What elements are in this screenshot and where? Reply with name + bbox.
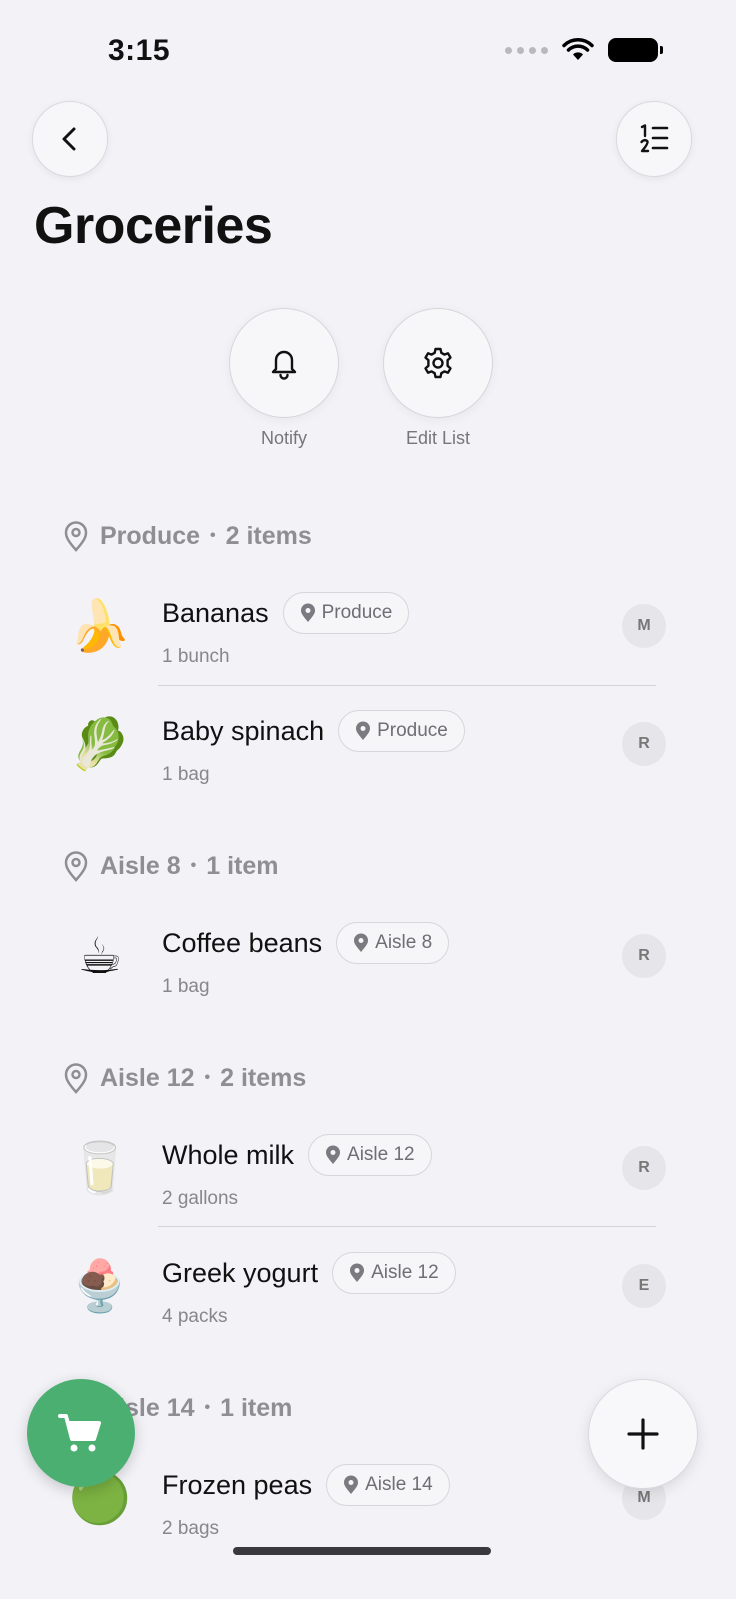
location-pin-icon xyxy=(326,1145,341,1164)
section-name: Produce xyxy=(100,521,201,550)
bell-icon xyxy=(271,350,297,380)
location-pin-icon xyxy=(64,521,88,552)
numbered-list-icon xyxy=(640,124,669,153)
divider xyxy=(158,685,656,686)
item-quantity: 1 bag xyxy=(162,764,210,785)
list-item-whole-milk[interactable]: 🥛 Whole milk Aisle 12 2 gallons R xyxy=(0,1120,736,1220)
add-item-button[interactable] xyxy=(588,1379,698,1489)
edit-list-action[interactable]: Edit List xyxy=(383,308,493,449)
item-name: Bananas xyxy=(162,597,269,628)
page-title: Groceries xyxy=(34,197,273,255)
edit-list-label: Edit List xyxy=(405,428,471,448)
assignee-avatar[interactable]: R xyxy=(622,934,666,978)
gear-icon xyxy=(424,347,452,379)
signal-dots-icon xyxy=(505,46,548,54)
list-item-baby-spinach[interactable]: 🥬 Baby spinach Produce 1 bag R xyxy=(0,696,736,796)
item-quantity: 2 gallons xyxy=(162,1188,239,1209)
item-quantity: 2 bags xyxy=(162,1518,220,1539)
location-chip[interactable]: Produce xyxy=(282,592,410,634)
home-indicator[interactable] xyxy=(233,1547,491,1555)
list-item-coffee-beans[interactable]: ☕ Coffee beans Aisle 8 1 bag R xyxy=(0,908,736,1008)
notify-action[interactable]: Notify xyxy=(229,308,339,449)
item-quantity: 1 bunch xyxy=(162,646,230,667)
yogurt-icon: 🍨 xyxy=(68,1257,132,1314)
section-name: Aisle 8 xyxy=(100,851,181,880)
divider xyxy=(158,1226,656,1227)
section-count: 2 items xyxy=(225,521,312,550)
milk-icon: 🥛 xyxy=(68,1139,132,1196)
plus-icon xyxy=(627,1418,659,1450)
location-chip[interactable]: Produce xyxy=(338,710,465,752)
section-header-produce: Produce • 2 items xyxy=(62,520,312,552)
location-chip[interactable]: Aisle 12 xyxy=(308,1134,432,1176)
item-name: Baby spinach xyxy=(162,715,325,746)
status-time: 3:15 xyxy=(108,34,171,67)
section-count: 1 item xyxy=(220,1393,293,1422)
location-pin-icon xyxy=(356,721,371,740)
list-item-bananas[interactable]: 🍌 Bananas Produce 1 bunch M xyxy=(0,578,736,678)
shopping-cart-icon xyxy=(58,1414,101,1452)
coffee-bean-icon: ☕ xyxy=(77,928,123,984)
section-name: Aisle 12 xyxy=(100,1063,195,1092)
back-button[interactable] xyxy=(32,101,108,177)
battery-icon xyxy=(608,38,663,62)
chevron-left-icon xyxy=(62,127,76,151)
location-chip[interactable]: Aisle 12 xyxy=(332,1252,456,1294)
item-name: Whole milk xyxy=(162,1139,295,1170)
item-quantity: 1 bag xyxy=(162,976,210,997)
location-pin-icon xyxy=(64,851,88,882)
location-pin-icon xyxy=(354,933,369,952)
assignee-avatar[interactable]: R xyxy=(622,722,666,766)
item-quantity: 4 packs xyxy=(162,1306,228,1327)
cart-button[interactable] xyxy=(27,1379,135,1487)
notify-button[interactable] xyxy=(229,308,339,418)
assignee-avatar[interactable]: R xyxy=(622,1146,666,1190)
notify-label: Notify xyxy=(260,428,307,448)
assignee-avatar[interactable]: E xyxy=(622,1264,666,1308)
location-pin-icon xyxy=(64,1063,88,1094)
location-pin-icon xyxy=(344,1475,359,1494)
status-icons xyxy=(505,38,663,62)
section-header-aisle-12: Aisle 12 • 2 items xyxy=(62,1062,306,1094)
location-chip[interactable]: Aisle 8 xyxy=(336,922,450,964)
list-item-greek-yogurt[interactable]: 🍨 Greek yogurt Aisle 12 4 packs E xyxy=(0,1238,736,1338)
location-pin-icon xyxy=(300,603,315,622)
assignee-avatar[interactable]: M xyxy=(622,604,666,648)
item-name: Greek yogurt xyxy=(162,1257,319,1288)
edit-list-button[interactable] xyxy=(383,308,493,418)
location-pin-icon xyxy=(350,1263,365,1282)
wifi-icon xyxy=(562,38,594,60)
sort-button[interactable] xyxy=(616,101,692,177)
spinach-icon: 🥬 xyxy=(68,715,132,772)
section-header-aisle-8: Aisle 8 • 1 item xyxy=(62,850,278,882)
section-count: 2 items xyxy=(220,1063,307,1092)
section-count: 1 item xyxy=(206,851,279,880)
item-name: Coffee beans xyxy=(162,927,323,958)
item-name: Frozen peas xyxy=(162,1469,313,1500)
banana-icon: 🍌 xyxy=(68,597,132,654)
location-chip[interactable]: Aisle 14 xyxy=(326,1464,450,1506)
